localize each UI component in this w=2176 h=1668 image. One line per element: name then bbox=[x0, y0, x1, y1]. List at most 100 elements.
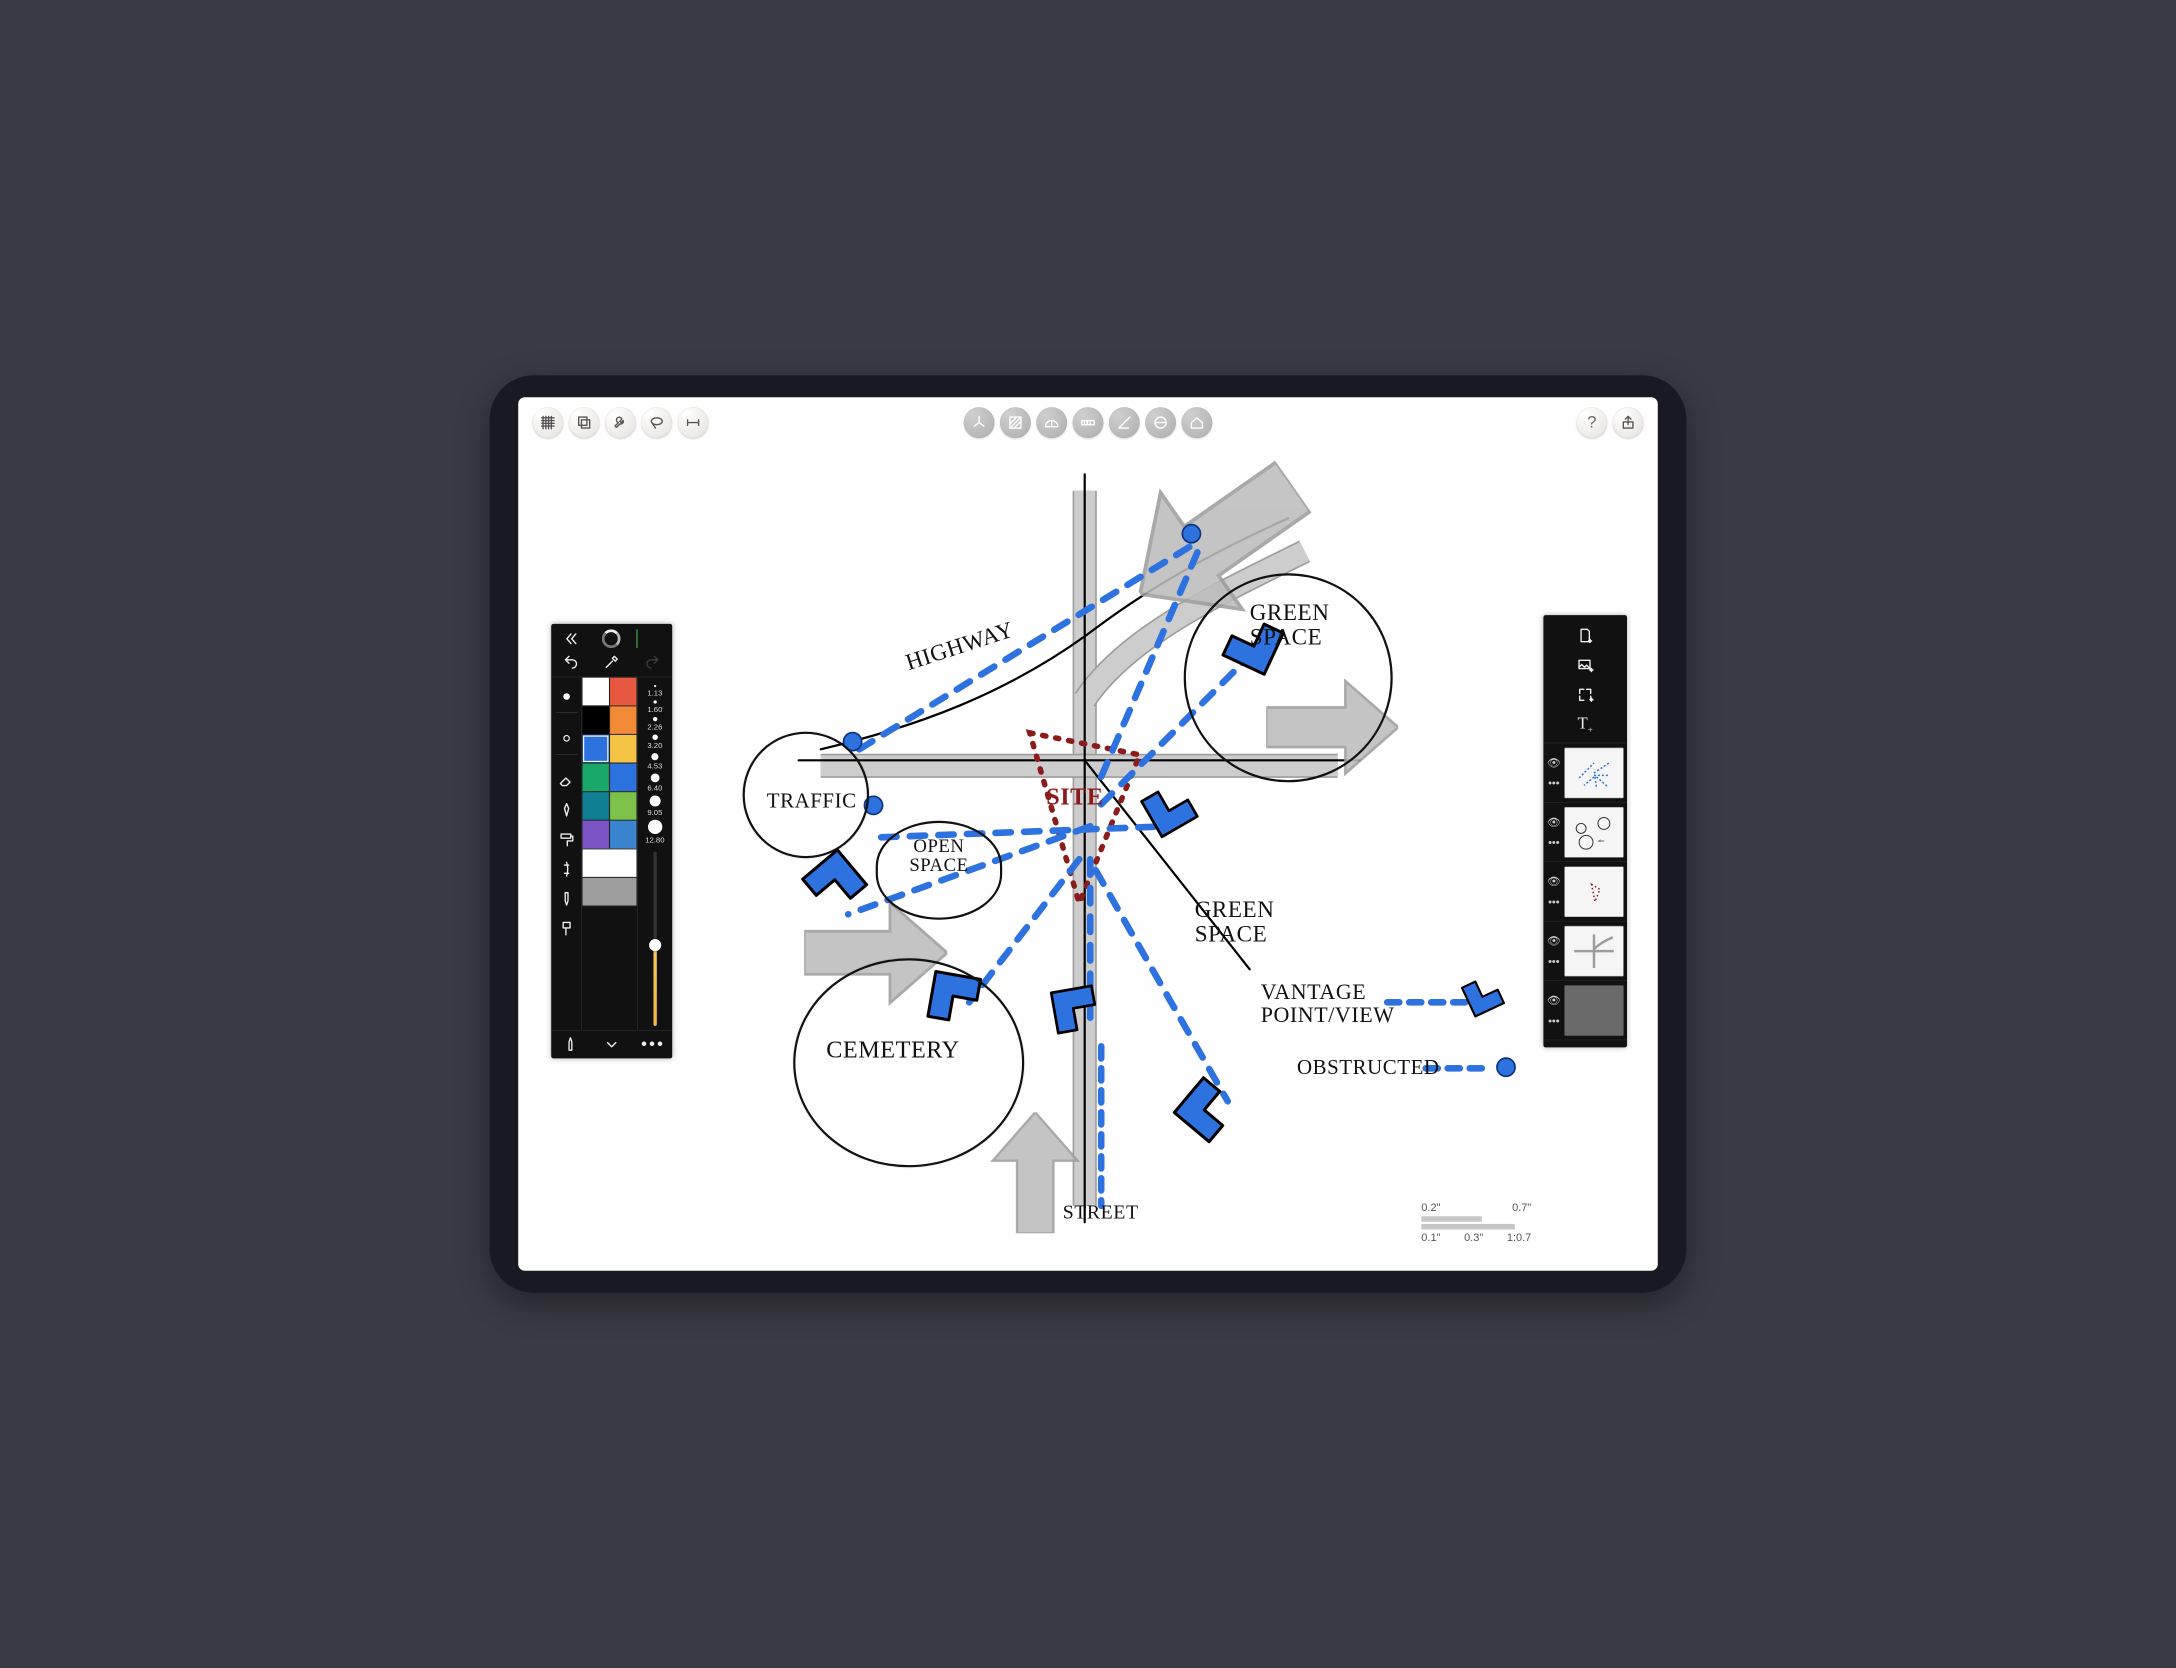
scale-bot-left: 0.1" bbox=[1421, 1232, 1440, 1245]
scale-readout: 0.2" 0.7" 0.1" 0.3" 1:0.7 bbox=[1421, 1201, 1531, 1244]
layer-row-5[interactable]: 👁 ••• bbox=[1543, 743, 1627, 802]
brush-size-slider[interactable] bbox=[653, 852, 656, 1026]
dash-line-street bbox=[1074, 1041, 1140, 1223]
roller-icon bbox=[558, 831, 575, 848]
size-dot-3[interactable] bbox=[652, 734, 658, 740]
swatch-0[interactable] bbox=[582, 677, 610, 706]
scale-top-left: 0.2" bbox=[1421, 1201, 1440, 1214]
more-icon[interactable]: ••• bbox=[1548, 836, 1560, 849]
eye-icon[interactable]: 👁 bbox=[1547, 815, 1561, 829]
tool-marker[interactable] bbox=[554, 885, 578, 913]
vantage-s bbox=[1045, 979, 1108, 1042]
swatch-3[interactable] bbox=[610, 706, 638, 735]
swatch-8[interactable] bbox=[582, 792, 610, 821]
tool-roller[interactable] bbox=[554, 826, 578, 854]
eye-icon[interactable]: 👁 bbox=[1547, 756, 1561, 770]
size-dot-0[interactable] bbox=[654, 685, 656, 687]
node-highway-top bbox=[1182, 524, 1202, 544]
layer-thumb-1[interactable] bbox=[1564, 985, 1623, 1036]
ipad-frame: ? bbox=[490, 375, 1687, 1292]
chevron-down-icon bbox=[603, 1036, 620, 1053]
legend-vantage-arrow bbox=[1455, 966, 1511, 1022]
undo-button[interactable] bbox=[556, 654, 587, 671]
tool-column bbox=[551, 677, 582, 1030]
layer-thumb-4[interactable]: abc bbox=[1564, 807, 1623, 858]
layer-row-3[interactable]: 👁 ••• bbox=[1543, 862, 1627, 921]
more-icon[interactable]: ••• bbox=[1548, 777, 1560, 790]
tool-dot-solid[interactable] bbox=[554, 683, 578, 711]
layer-thumb-2[interactable] bbox=[1564, 926, 1623, 977]
tool-eraser[interactable] bbox=[554, 766, 578, 794]
pen-icon bbox=[558, 802, 575, 819]
swatch-4[interactable] bbox=[582, 734, 610, 763]
eye-icon[interactable]: 👁 bbox=[1547, 874, 1561, 888]
layer-row-1[interactable]: 👁 ••• bbox=[1543, 981, 1627, 1040]
layer-row-4[interactable]: 👁 ••• abc bbox=[1543, 803, 1627, 862]
layer-thumb-5[interactable] bbox=[1564, 747, 1623, 798]
swatch-11[interactable] bbox=[610, 820, 638, 849]
collapse-panel-button[interactable] bbox=[556, 629, 586, 648]
tool-flat[interactable] bbox=[554, 915, 578, 943]
color-wheel-icon bbox=[602, 629, 621, 648]
size-label-4: 4.53 bbox=[647, 761, 662, 770]
add-text-icon: T+ bbox=[1578, 714, 1593, 735]
redo-button[interactable] bbox=[637, 654, 668, 671]
label-traffic: TRAFFIC bbox=[767, 789, 857, 813]
tool-calligraphy[interactable] bbox=[554, 855, 578, 883]
canvas[interactable]: HIGHWAY TRAFFIC OPEN SPACE SITE GREEN SP… bbox=[518, 397, 1658, 1270]
size-dot-1[interactable] bbox=[653, 700, 656, 703]
color-wheel-button[interactable] bbox=[596, 629, 626, 648]
label-cemetery: CEMETERY bbox=[826, 1035, 959, 1063]
size-label-7: 12.80 bbox=[645, 835, 664, 844]
size-label-0: 1.13 bbox=[647, 688, 662, 697]
eye-icon[interactable]: 👁 bbox=[1547, 993, 1561, 1007]
scale-bot-mid: 0.3" bbox=[1464, 1232, 1483, 1245]
brush-size-knob[interactable] bbox=[649, 939, 661, 951]
size-dot-4[interactable] bbox=[651, 753, 658, 760]
more-icon[interactable]: ••• bbox=[1548, 955, 1560, 968]
swatch-13[interactable] bbox=[582, 877, 637, 906]
add-page-button[interactable] bbox=[1543, 621, 1627, 651]
layer-row-2[interactable]: 👁 ••• bbox=[1543, 921, 1627, 980]
swatch-9[interactable] bbox=[610, 792, 638, 821]
eye-icon[interactable]: 👁 bbox=[1547, 934, 1561, 948]
add-frame-icon bbox=[1577, 687, 1594, 704]
size-dot-6[interactable] bbox=[649, 796, 660, 807]
swatch-12[interactable] bbox=[582, 849, 637, 878]
fine-pen-icon bbox=[562, 1036, 579, 1053]
tool-fine-pen[interactable] bbox=[555, 1035, 587, 1054]
tool-more[interactable]: ••• bbox=[637, 1035, 669, 1054]
swatch-7[interactable] bbox=[610, 763, 638, 792]
more-icon[interactable]: ••• bbox=[1548, 896, 1560, 909]
eyedropper-button[interactable] bbox=[596, 654, 627, 671]
layer-thumb-5-preview bbox=[1569, 751, 1619, 795]
size-dot-2[interactable] bbox=[653, 717, 657, 721]
calligraphy-icon bbox=[558, 861, 575, 878]
size-dot-7[interactable] bbox=[648, 820, 662, 834]
label-street: STREET bbox=[1063, 1200, 1139, 1223]
swatch-2[interactable] bbox=[582, 706, 610, 735]
layer-thumb-3[interactable] bbox=[1564, 866, 1623, 917]
scale-bar-bot bbox=[1421, 1224, 1515, 1230]
more-icon[interactable]: ••• bbox=[1548, 1015, 1560, 1028]
tool-pen[interactable] bbox=[554, 796, 578, 824]
tool-dot-hollow[interactable] bbox=[554, 725, 578, 753]
add-text-button[interactable]: T+ bbox=[1543, 710, 1627, 740]
chevrons-left-icon bbox=[563, 631, 580, 648]
swatch-6[interactable] bbox=[582, 763, 610, 792]
tool-expand[interactable] bbox=[596, 1035, 628, 1054]
label-legend-vantage: VANTAGE POINT/VIEW bbox=[1261, 980, 1404, 1026]
swatch-1[interactable] bbox=[610, 677, 638, 706]
left-panel: 1.13 1.60 2.26 3.20 4.53 6.40 9.05 12.80 bbox=[551, 624, 672, 1059]
brush-size-indicator bbox=[636, 629, 668, 648]
swatch-10[interactable] bbox=[582, 820, 610, 849]
size-label-3: 3.20 bbox=[647, 741, 662, 750]
layer-thumb-2-preview bbox=[1569, 929, 1619, 973]
swatch-5[interactable] bbox=[610, 734, 638, 763]
more-icon: ••• bbox=[641, 1035, 665, 1054]
scale-bar-top bbox=[1421, 1216, 1482, 1222]
add-frame-button[interactable] bbox=[1543, 680, 1627, 710]
eyedropper-icon bbox=[603, 654, 620, 671]
add-image-button[interactable] bbox=[1543, 650, 1627, 680]
size-dot-5[interactable] bbox=[650, 774, 659, 783]
